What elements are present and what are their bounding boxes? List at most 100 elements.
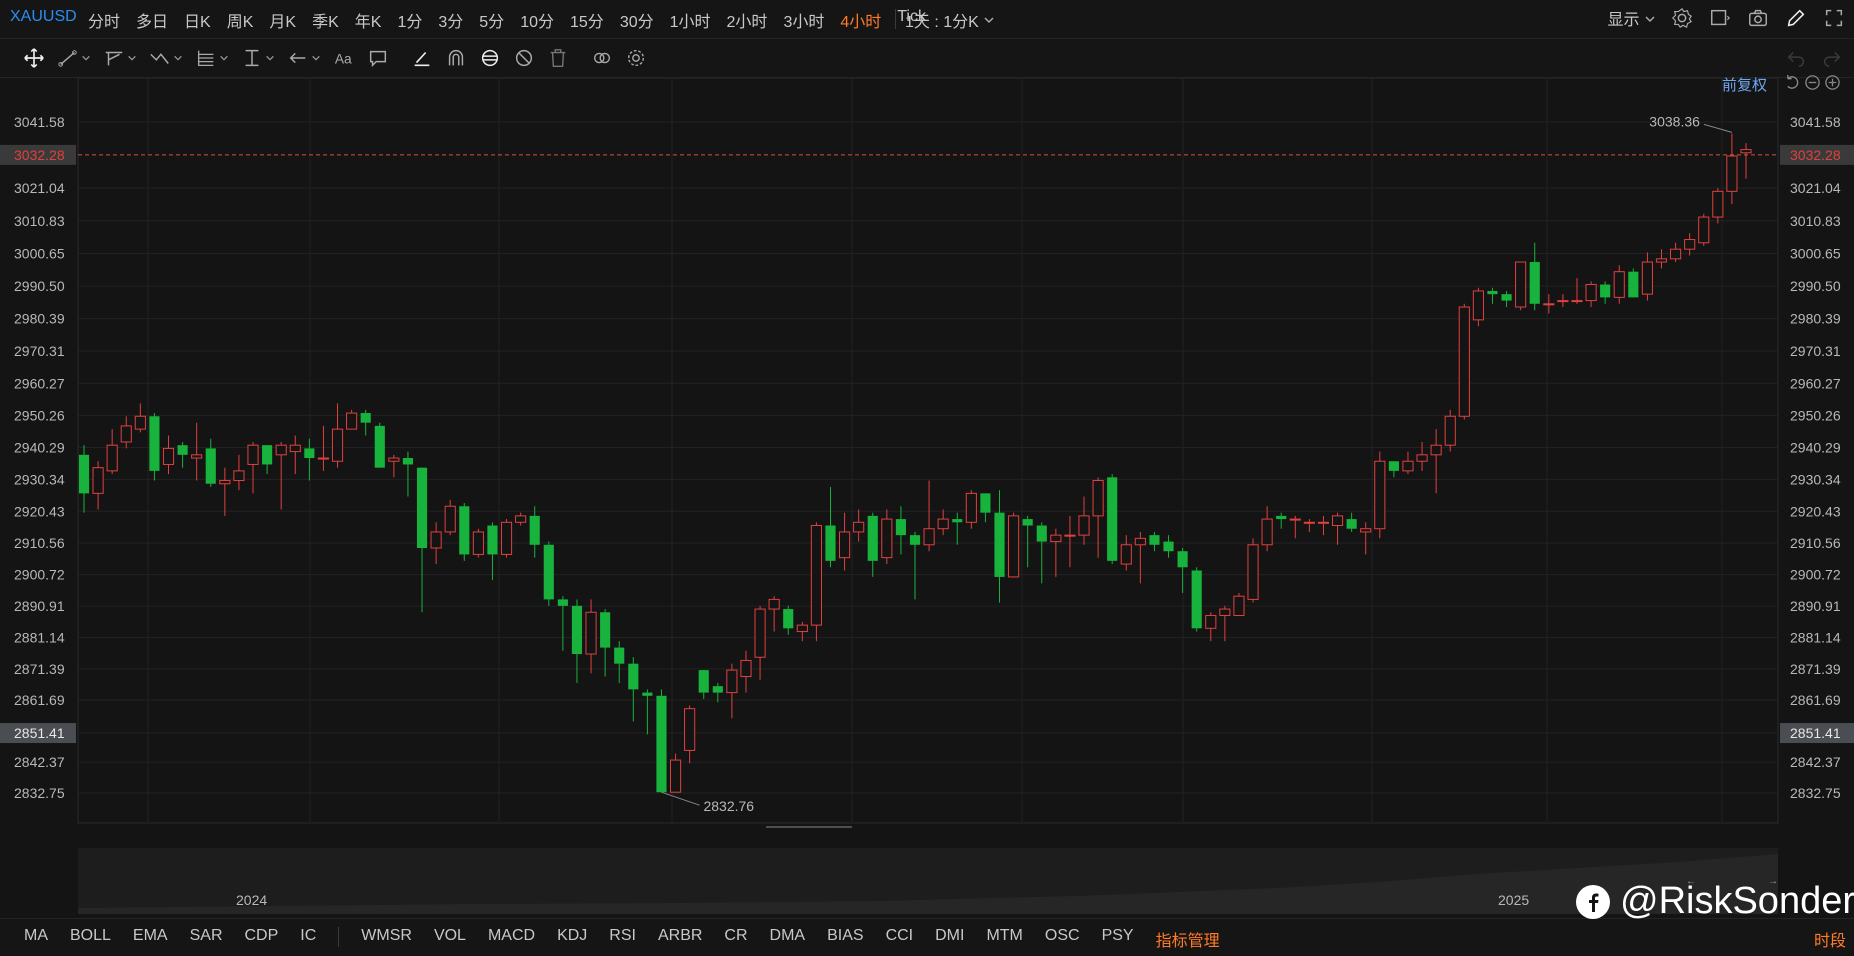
period-tab[interactable]: 1分 — [397, 8, 422, 32]
candle-body — [1416, 454, 1428, 462]
price-tick-left: 2881.14 — [14, 630, 65, 646]
period-tab[interactable]: 1小时 — [670, 8, 711, 32]
price-tick-left: 2950.26 — [14, 407, 65, 423]
indicator-tab[interactable]: DMI — [935, 927, 964, 951]
candle-body — [134, 415, 146, 430]
candle-body — [754, 608, 766, 658]
kline-config-dropdown[interactable]: 1天 : 1分K — [905, 8, 995, 32]
navigator-scrollbar[interactable]: 2024 2025 ← → — [78, 848, 1778, 914]
indicator-tab[interactable]: PSY — [1102, 927, 1134, 951]
zoom-out-icon[interactable] — [1804, 74, 1821, 91]
candle-body — [1191, 570, 1202, 629]
indicator-tab[interactable]: MACD — [488, 927, 535, 951]
trend-line-tool[interactable] — [54, 45, 94, 71]
layout-icon[interactable] — [1708, 6, 1732, 30]
period-tab[interactable]: 3分 — [438, 8, 463, 32]
indicator-tab[interactable]: SAR — [190, 927, 223, 951]
indicator-tab[interactable]: CR — [724, 927, 747, 951]
period-tab[interactable]: 年K — [355, 8, 382, 32]
period-tab[interactable]: 3小时 — [783, 8, 824, 32]
candle-body — [1276, 515, 1287, 520]
reset-icon[interactable] — [1784, 74, 1801, 91]
indicator-tab[interactable]: MA — [24, 927, 48, 951]
arrow-tool[interactable] — [284, 45, 324, 71]
visibility-tool[interactable] — [476, 45, 504, 71]
period-tab[interactable]: 日K — [184, 8, 211, 32]
period-tab[interactable]: 分时 — [88, 8, 120, 32]
price-tick-right: 3041.58 — [1790, 114, 1841, 130]
camera-icon[interactable] — [1746, 6, 1770, 30]
restore-adjust-button[interactable]: 前复权 — [1722, 74, 1767, 95]
nav-year-2025: 2025 — [1498, 892, 1530, 908]
indicator-tab[interactable]: BOLL — [70, 927, 111, 951]
text-tool[interactable]: Aa — [330, 45, 358, 71]
kline-config-label: 1天 : 1分K — [905, 14, 979, 31]
candle-body — [1557, 300, 1569, 303]
period-tab[interactable]: 30分 — [620, 8, 654, 32]
pen-tool[interactable] — [408, 45, 436, 71]
pencil-icon[interactable] — [1784, 6, 1808, 30]
indicator-tab[interactable]: ARBR — [658, 927, 702, 951]
candle-body — [1092, 480, 1104, 517]
period-tab[interactable]: 月K — [269, 8, 296, 32]
candle-body — [106, 444, 118, 472]
fullscreen-icon[interactable] — [1822, 6, 1846, 30]
indicator-tab[interactable]: EMA — [133, 927, 168, 951]
indicator-tab[interactable]: BIAS — [827, 927, 863, 951]
period-tab[interactable]: 5分 — [479, 8, 504, 32]
candlestick-chart[interactable]: 3041.58 3041.58 3021.04 3021.04 3010.83 3010.… — [0, 78, 1854, 828]
chart-area[interactable]: 3041.58 3041.58 3021.04 3021.04 3010.83 3010.… — [0, 78, 1854, 828]
measure-tool[interactable] — [238, 45, 278, 71]
indicator-tab[interactable]: CDP — [245, 927, 279, 951]
crosshair-tool[interactable] — [20, 45, 48, 71]
indicator-tab[interactable]: CCI — [886, 927, 914, 951]
indicator-tab[interactable]: MTM — [986, 927, 1022, 951]
chevron-down-icon — [128, 55, 136, 61]
period-tab[interactable]: 季K — [312, 8, 339, 32]
pen-icon — [414, 51, 430, 67]
period-tab[interactable]: 4小时 — [840, 8, 881, 32]
hide-tool[interactable] — [510, 45, 538, 71]
link-tool[interactable] — [588, 45, 616, 71]
candle-body — [937, 518, 949, 530]
display-dropdown[interactable]: 显示 — [1608, 6, 1656, 30]
delete-tool[interactable] — [544, 45, 572, 71]
candle-body — [1360, 528, 1372, 533]
indicator-tab[interactable]: KDJ — [557, 927, 587, 951]
indicator-tab[interactable]: OSC — [1045, 927, 1080, 951]
symbol-label[interactable]: XAUUSD — [10, 8, 77, 26]
indicator-tab[interactable]: WMSR — [361, 927, 412, 951]
undo-icon[interactable] — [1784, 46, 1808, 70]
period-tab[interactable]: 多日 — [136, 8, 168, 32]
zoom-in-icon[interactable] — [1824, 74, 1841, 91]
period-tab[interactable]: 15分 — [570, 8, 604, 32]
indicator-tab[interactable]: RSI — [609, 927, 636, 951]
comment-tool[interactable] — [364, 45, 392, 71]
marked-price-tag-left: 2851.41 — [14, 725, 65, 741]
period-tab[interactable]: 2小时 — [727, 8, 768, 32]
toolbar-settings[interactable] — [622, 45, 650, 71]
price-tick-right: 2970.31 — [1790, 343, 1841, 359]
channel-tool[interactable] — [100, 45, 140, 71]
price-tick-left: 2980.39 — [14, 311, 65, 327]
candle-body — [1219, 608, 1231, 616]
candle-body — [1134, 537, 1146, 546]
session-button[interactable]: 时段 — [1814, 927, 1846, 951]
price-tick-left: 2861.69 — [14, 692, 65, 708]
wave-tool[interactable] — [146, 45, 186, 71]
indicator-manage-button[interactable]: 指标管理 — [1156, 927, 1220, 951]
fib-tool[interactable] — [192, 45, 232, 71]
price-tick-left: 3021.04 — [14, 180, 65, 196]
redo-icon[interactable] — [1820, 46, 1844, 70]
candle-body — [331, 428, 344, 462]
fib-icon — [198, 50, 214, 66]
candle-body — [1247, 544, 1259, 600]
magnet-tool[interactable] — [442, 45, 470, 71]
period-tab[interactable]: 周K — [227, 8, 254, 32]
indicator-tab[interactable]: IC — [300, 927, 316, 951]
indicator-tab[interactable]: DMA — [770, 927, 806, 951]
indicator-tab[interactable]: VOL — [434, 927, 466, 951]
period-tab[interactable]: 10分 — [520, 8, 554, 32]
chevron-down-icon — [220, 55, 228, 61]
settings-icon[interactable] — [1670, 6, 1694, 30]
